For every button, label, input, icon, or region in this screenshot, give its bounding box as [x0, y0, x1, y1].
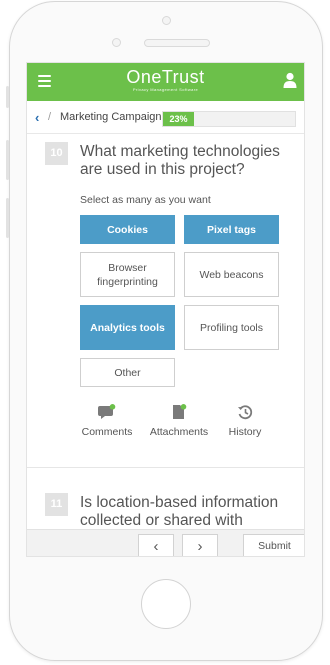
attachments-label: Attachments — [149, 426, 209, 438]
question-hint: Select as many as you want — [80, 194, 211, 206]
footer-bar: ‹ › Submit — [27, 529, 304, 556]
brand-tagline: Privacy Management Software — [132, 87, 199, 92]
breadcrumb: ‹ / Marketing Campaign 23% — [27, 101, 304, 134]
breadcrumb-current: Marketing Campaign — [60, 111, 162, 123]
option-analytics-tools[interactable]: Analytics tools — [80, 305, 175, 350]
history-icon — [238, 405, 253, 420]
comment-icon — [98, 404, 116, 419]
attachments-button[interactable]: Attachments — [146, 404, 212, 438]
phone-side-button — [6, 198, 9, 238]
question-number-badge: 11 — [45, 493, 68, 516]
option-profiling-tools[interactable]: Profiling tools — [184, 305, 279, 350]
question-text: Is location-based information collected … — [80, 494, 279, 529]
history-button[interactable]: History — [223, 404, 267, 438]
breadcrumb-separator: / — [48, 111, 52, 123]
phone-speaker — [144, 39, 210, 47]
progress-fill: 23% — [163, 112, 194, 126]
option-other[interactable]: Other — [80, 358, 175, 387]
submit-button[interactable]: Submit — [243, 534, 304, 556]
back-chevron-icon[interactable]: ‹ — [35, 110, 39, 125]
phone-side-button — [6, 140, 9, 180]
progress-bar: 23% — [162, 111, 296, 127]
phone-side-button — [6, 86, 9, 108]
comments-button[interactable]: Comments — [79, 404, 135, 438]
phone-front-camera — [112, 38, 121, 47]
question-divider — [27, 467, 304, 468]
user-icon[interactable] — [283, 72, 297, 88]
next-button[interactable]: › — [182, 534, 218, 556]
attachment-icon — [173, 404, 187, 419]
option-browser-fingerprinting[interactable]: Browser fingerprinting — [80, 252, 175, 297]
app-screen: OneTrust Privacy Management Software ‹ /… — [26, 62, 305, 557]
question-text: What marketing technologies are used in … — [80, 143, 280, 178]
history-label: History — [228, 426, 262, 438]
question-number-badge: 10 — [45, 142, 68, 165]
comments-label: Comments — [81, 426, 133, 438]
option-cookies[interactable]: Cookies — [80, 215, 175, 244]
option-web-beacons[interactable]: Web beacons — [184, 252, 279, 297]
top-bar: OneTrust Privacy Management Software — [27, 63, 304, 101]
brand-logo: OneTrust — [126, 67, 205, 87]
phone-home-button[interactable] — [141, 579, 191, 629]
previous-button[interactable]: ‹ — [138, 534, 174, 556]
option-pixel-tags[interactable]: Pixel tags — [184, 215, 279, 244]
phone-camera — [162, 16, 171, 25]
